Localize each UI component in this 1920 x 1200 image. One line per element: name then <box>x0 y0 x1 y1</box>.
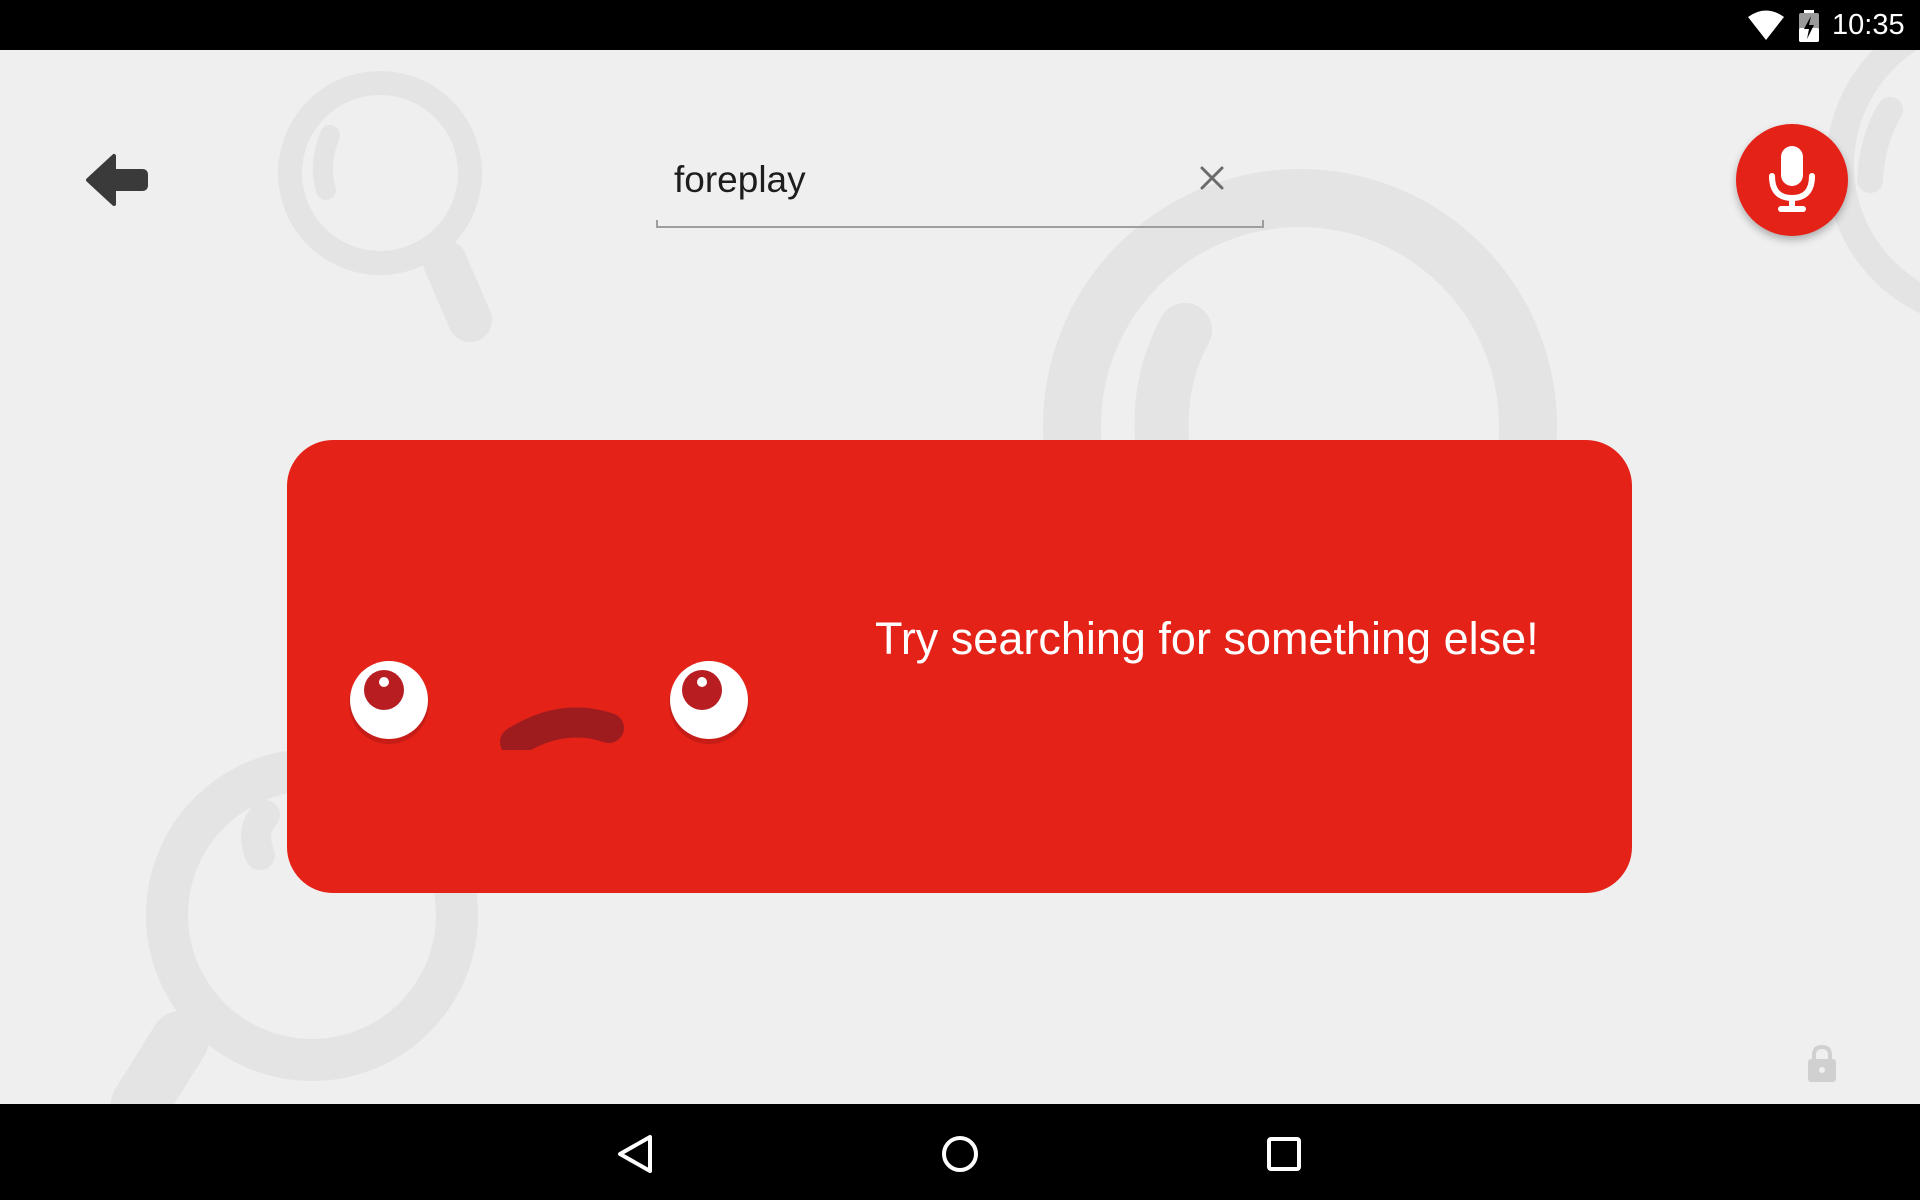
screen: 10:35 foreplay Try searching for somethi… <box>0 0 1920 1200</box>
no-results-card: Try searching for something else! <box>287 440 1632 893</box>
back-arrow-icon[interactable] <box>80 144 152 216</box>
navigation-bar <box>0 1104 1920 1200</box>
microphone-icon <box>1769 146 1815 212</box>
no-results-message: Try searching for something else! <box>875 613 1539 664</box>
lock-icon[interactable] <box>1806 1044 1838 1082</box>
status-time: 10:35 <box>1832 9 1905 41</box>
status-bar: 10:35 <box>0 0 1920 50</box>
search-input[interactable] <box>674 156 1174 204</box>
search-field[interactable] <box>656 150 1264 230</box>
nav-home-icon[interactable] <box>932 1126 988 1182</box>
sad-face-icon <box>349 661 749 750</box>
voice-search-button[interactable] <box>1736 124 1848 236</box>
nav-recents-icon[interactable] <box>1256 1126 1312 1182</box>
nav-back-icon[interactable] <box>608 1126 664 1182</box>
search-underline <box>656 220 1264 228</box>
close-icon[interactable] <box>1190 156 1234 200</box>
battery-charging-icon <box>1799 10 1819 42</box>
wifi-icon <box>1748 10 1784 40</box>
